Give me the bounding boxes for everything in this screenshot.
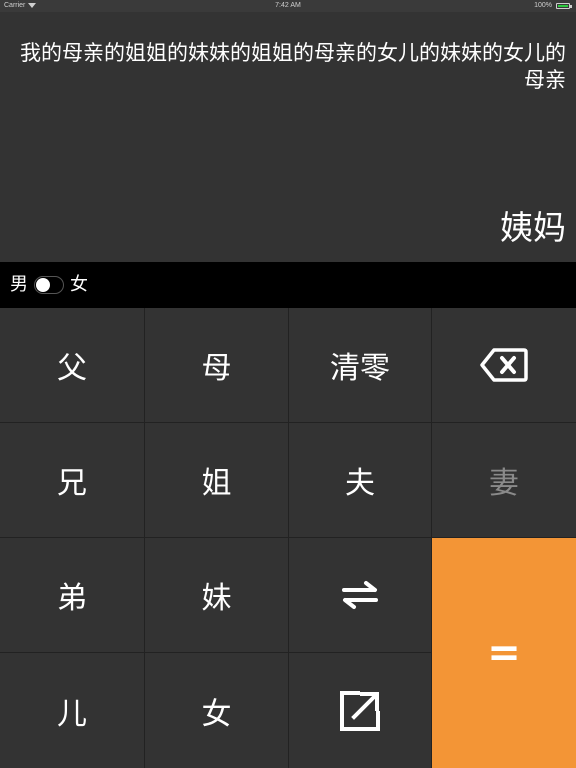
mother-key[interactable]: 母 (145, 308, 289, 423)
battery-percent: 100% (534, 2, 552, 9)
backspace-button[interactable] (432, 308, 576, 423)
gender-toggle[interactable] (34, 276, 64, 294)
equals-button[interactable]: = (432, 538, 576, 768)
wife-key[interactable]: 妻 (432, 423, 576, 538)
share-button[interactable] (289, 653, 432, 768)
swap-arrows-icon (342, 581, 378, 609)
battery-nub (570, 5, 572, 8)
father-key[interactable]: 父 (0, 308, 145, 423)
relation-expression: 我的母亲的姐姐的妹妹的姐姐的母亲的女儿的妹妹的女儿的母亲 (20, 41, 566, 92)
status-bar: Carrier 7:42 AM 100% (0, 0, 576, 12)
display-panel: 我的母亲的姐姐的妹妹的姐姐的母亲的女儿的妹妹的女儿的母亲 姨妈 (0, 12, 576, 262)
keypad: 父 母 清零 兄 姐 夫 妻 弟 妹 儿 女 = (0, 308, 576, 768)
son-key[interactable]: 儿 (0, 653, 145, 768)
backspace-icon (480, 348, 528, 382)
elder-sister-key[interactable]: 姐 (145, 423, 289, 538)
share-external-icon (340, 690, 380, 731)
younger-brother-key[interactable]: 弟 (0, 538, 145, 653)
relation-result: 姨妈 (500, 208, 566, 247)
elder-brother-key[interactable]: 兄 (0, 423, 145, 538)
husband-key[interactable]: 夫 (289, 423, 432, 538)
gender-bar: 男 女 (0, 262, 576, 308)
status-time: 7:42 AM (275, 2, 301, 9)
battery-icon (556, 3, 570, 9)
daughter-key[interactable]: 女 (145, 653, 289, 768)
younger-sister-key[interactable]: 妹 (145, 538, 289, 653)
clear-button[interactable]: 清零 (289, 308, 432, 423)
swap-button[interactable] (289, 538, 432, 653)
gender-male-label: 男 (10, 274, 28, 295)
gender-female-label: 女 (70, 274, 88, 295)
toggle-knob (36, 278, 50, 292)
